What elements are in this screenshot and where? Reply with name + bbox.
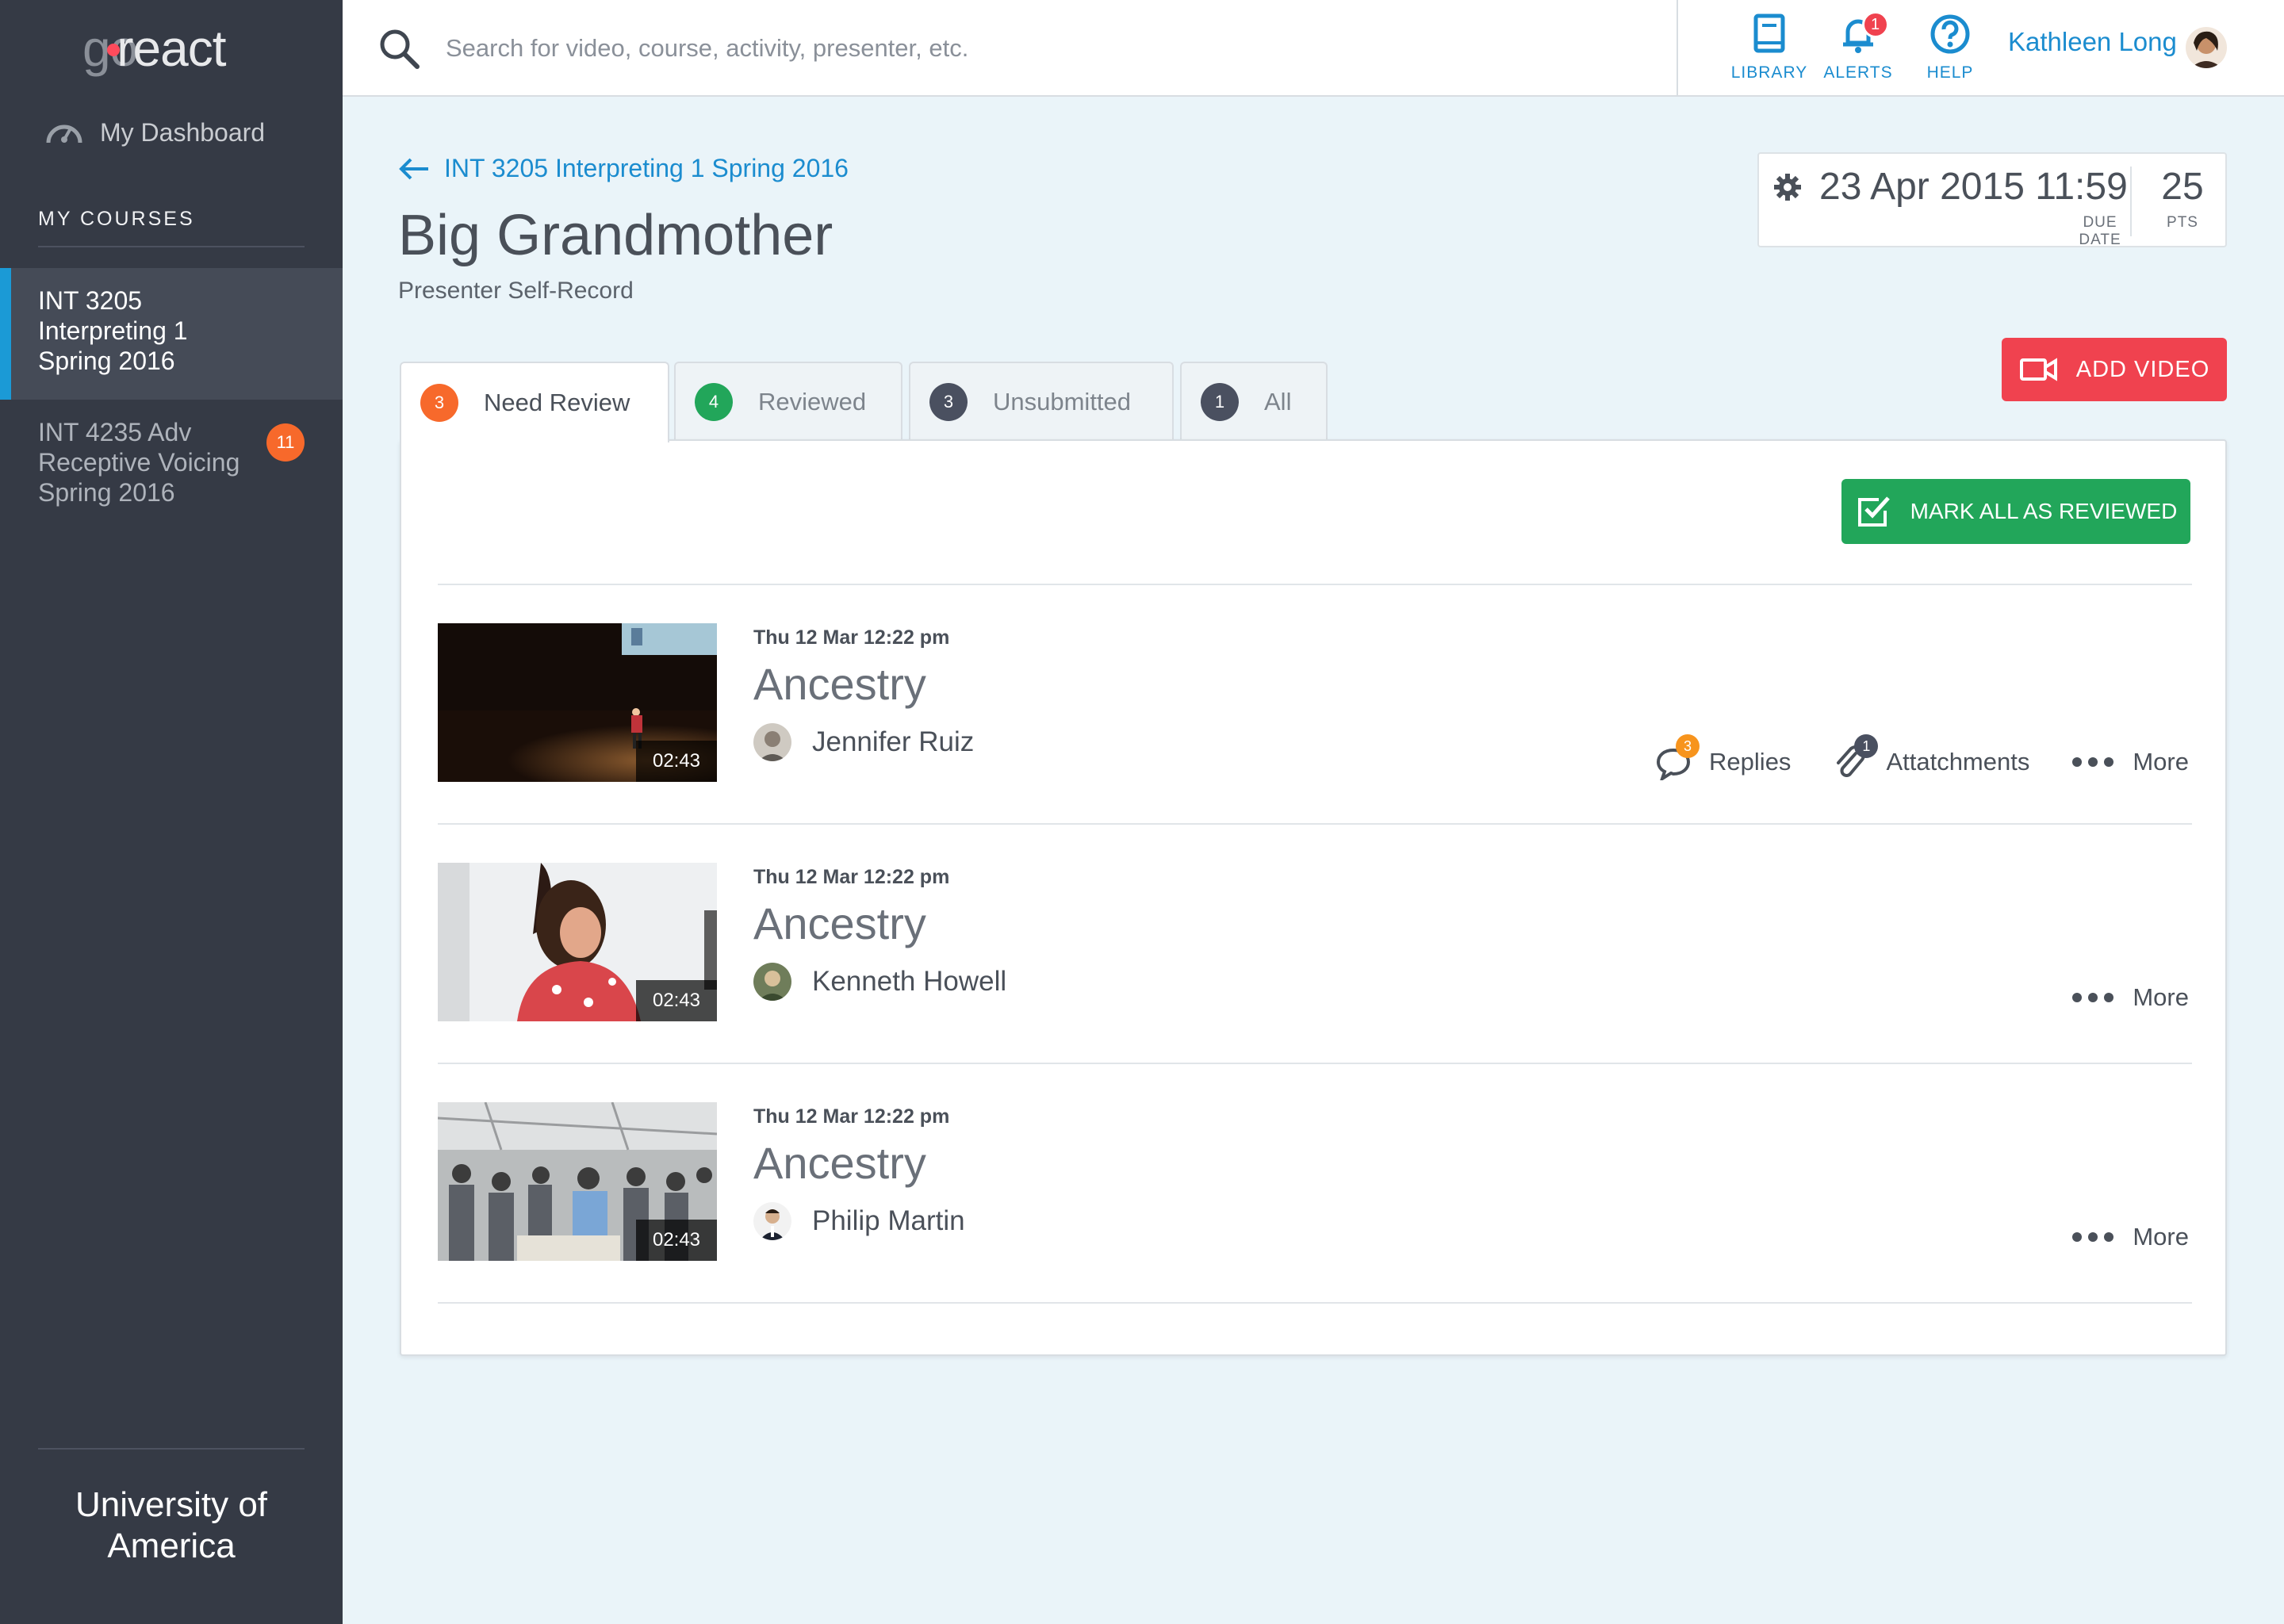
sidebar: goreact My Dashboard MY COURSES INT 3205… bbox=[0, 0, 343, 1624]
alerts-count-badge: 1 bbox=[1862, 11, 1889, 38]
tab-count-badge: 3 bbox=[929, 383, 968, 421]
library-nav-button[interactable]: LIBRARY bbox=[1726, 13, 1813, 82]
tab-need-review[interactable]: 3 Need Review bbox=[400, 362, 669, 442]
attachments-count-badge: 1 bbox=[1854, 734, 1879, 758]
divider bbox=[438, 584, 2192, 585]
divider bbox=[38, 246, 305, 247]
video-duration: 02:43 bbox=[636, 1220, 717, 1261]
search-input[interactable] bbox=[446, 30, 1619, 67]
due-date-label: DUE DATE bbox=[2079, 214, 2121, 248]
question-icon bbox=[1930, 14, 1970, 54]
video-camera-icon bbox=[2019, 358, 2057, 381]
row-actions: More bbox=[2029, 983, 2189, 1012]
points-value: 25 bbox=[2161, 166, 2204, 208]
video-duration: 02:43 bbox=[636, 741, 717, 782]
tab-all[interactable]: 1 All bbox=[1180, 362, 1328, 441]
row-actions: 3 Replies 1 Attatchments More bbox=[1614, 734, 2189, 780]
tab-count-badge: 4 bbox=[695, 383, 733, 421]
divider bbox=[2130, 167, 2132, 236]
tab-unsubmitted[interactable]: 3 Unsubmitted bbox=[909, 362, 1174, 441]
divider bbox=[438, 823, 2192, 825]
submission-title[interactable]: Ancestry bbox=[753, 658, 926, 710]
divider bbox=[438, 1302, 2192, 1304]
back-to-course-link[interactable]: INT 3205 Interpreting 1 Spring 2016 bbox=[398, 154, 849, 183]
sidebar-course-int4235[interactable]: INT 4235 Adv Receptive Voicing Spring 20… bbox=[38, 417, 276, 508]
divider bbox=[438, 1063, 2192, 1064]
arrow-left-icon bbox=[399, 158, 428, 179]
presenter: Jennifer Ruiz bbox=[753, 723, 974, 761]
video-thumbnail[interactable]: 02:43 bbox=[438, 863, 717, 1021]
replies-button[interactable]: 3 Replies bbox=[1655, 734, 1791, 780]
due-date-value: 23 Apr 2015 11:59 bbox=[1819, 166, 2128, 208]
sidebar-course-int3205[interactable]: INT 3205 Interpreting 1 Spring 2016 bbox=[0, 268, 343, 400]
add-video-button[interactable]: ADD VIDEO bbox=[2002, 338, 2227, 401]
page-title: Big Grandmother bbox=[398, 204, 834, 267]
divider bbox=[38, 1448, 305, 1450]
institution-name: University of America bbox=[75, 1485, 268, 1565]
my-courses-heading: MY COURSES bbox=[38, 208, 195, 230]
submission-timestamp: Thu 12 Mar 12:22 pm bbox=[753, 626, 950, 649]
tab-count-badge: 1 bbox=[1201, 383, 1239, 421]
replies-count-badge: 3 bbox=[1676, 734, 1700, 758]
divider bbox=[1677, 0, 1678, 97]
goreact-logo[interactable]: goreact bbox=[82, 19, 226, 78]
row-actions: More bbox=[2029, 1223, 2189, 1251]
gear-icon[interactable] bbox=[1772, 171, 1803, 203]
course-label: INT 4235 Adv Receptive Voicing Spring 20… bbox=[38, 418, 240, 507]
presenter: Kenneth Howell bbox=[753, 963, 1006, 1001]
more-button[interactable]: More bbox=[2071, 983, 2189, 1012]
mark-all-reviewed-button[interactable]: MARK ALL AS REVIEWED bbox=[1841, 479, 2190, 544]
help-nav-button[interactable]: HELP bbox=[1907, 13, 1994, 82]
submission-row[interactable]: 02:43 Thu 12 Mar 12:22 pm Ancestry Phili… bbox=[438, 1102, 2192, 1261]
presenter-name: Jennifer Ruiz bbox=[812, 726, 975, 757]
presenter-name: Philip Martin bbox=[812, 1205, 965, 1236]
more-button[interactable]: More bbox=[2071, 748, 2189, 776]
submission-row[interactable]: 02:43 Thu 12 Mar 12:22 pm Ancestry Kenne… bbox=[438, 863, 2192, 1021]
presenter-avatar bbox=[753, 1202, 791, 1240]
course-label: INT 3205 Interpreting 1 Spring 2016 bbox=[38, 286, 188, 375]
submission-title[interactable]: Ancestry bbox=[753, 1137, 926, 1189]
due-date-box: 23 Apr 2015 11:59 DUE DATE 25 PTS bbox=[1757, 152, 2227, 248]
more-dots-icon bbox=[2072, 993, 2114, 1002]
user-name[interactable]: Kathleen Long bbox=[2008, 27, 2177, 57]
video-duration: 02:43 bbox=[636, 980, 717, 1021]
submission-row[interactable]: 02:43 Thu 12 Mar 12:22 pm Ancestry Jenni… bbox=[438, 623, 2192, 782]
dashboard-gauge-icon bbox=[46, 124, 82, 144]
attachments-button[interactable]: 1 Attatchments bbox=[1832, 734, 2029, 780]
submission-timestamp: Thu 12 Mar 12:22 pm bbox=[753, 866, 950, 888]
presenter-avatar bbox=[753, 963, 791, 1001]
my-dashboard-link[interactable]: My Dashboard bbox=[44, 116, 265, 149]
presenter-name: Kenneth Howell bbox=[812, 966, 1007, 997]
more-button[interactable]: More bbox=[2071, 1223, 2189, 1251]
checkbox-check-icon bbox=[1857, 496, 1890, 527]
book-icon bbox=[1753, 13, 1785, 53]
presenter: Philip Martin bbox=[753, 1202, 965, 1240]
tab-count-badge: 3 bbox=[420, 384, 458, 422]
submission-timestamp: Thu 12 Mar 12:22 pm bbox=[753, 1105, 950, 1128]
video-thumbnail[interactable]: 02:43 bbox=[438, 623, 717, 782]
course-notification-badge: 11 bbox=[266, 423, 305, 462]
presenter-avatar bbox=[753, 723, 791, 761]
search-icon[interactable] bbox=[377, 27, 422, 71]
more-dots-icon bbox=[2072, 1232, 2114, 1242]
more-dots-icon bbox=[2072, 757, 2114, 767]
submission-title[interactable]: Ancestry bbox=[753, 898, 926, 949]
video-thumbnail[interactable]: 02:43 bbox=[438, 1102, 717, 1261]
page-subtitle: Presenter Self-Record bbox=[398, 278, 634, 304]
submissions-panel: MARK ALL AS REVIEWED 02:43 Thu 12 Mar 12… bbox=[400, 439, 2227, 1356]
points-label: PTS bbox=[2167, 214, 2198, 231]
alerts-nav-button[interactable]: ALERTS 1 bbox=[1815, 11, 1902, 82]
tab-reviewed[interactable]: 4 Reviewed bbox=[674, 362, 902, 441]
user-avatar[interactable] bbox=[2186, 27, 2227, 68]
